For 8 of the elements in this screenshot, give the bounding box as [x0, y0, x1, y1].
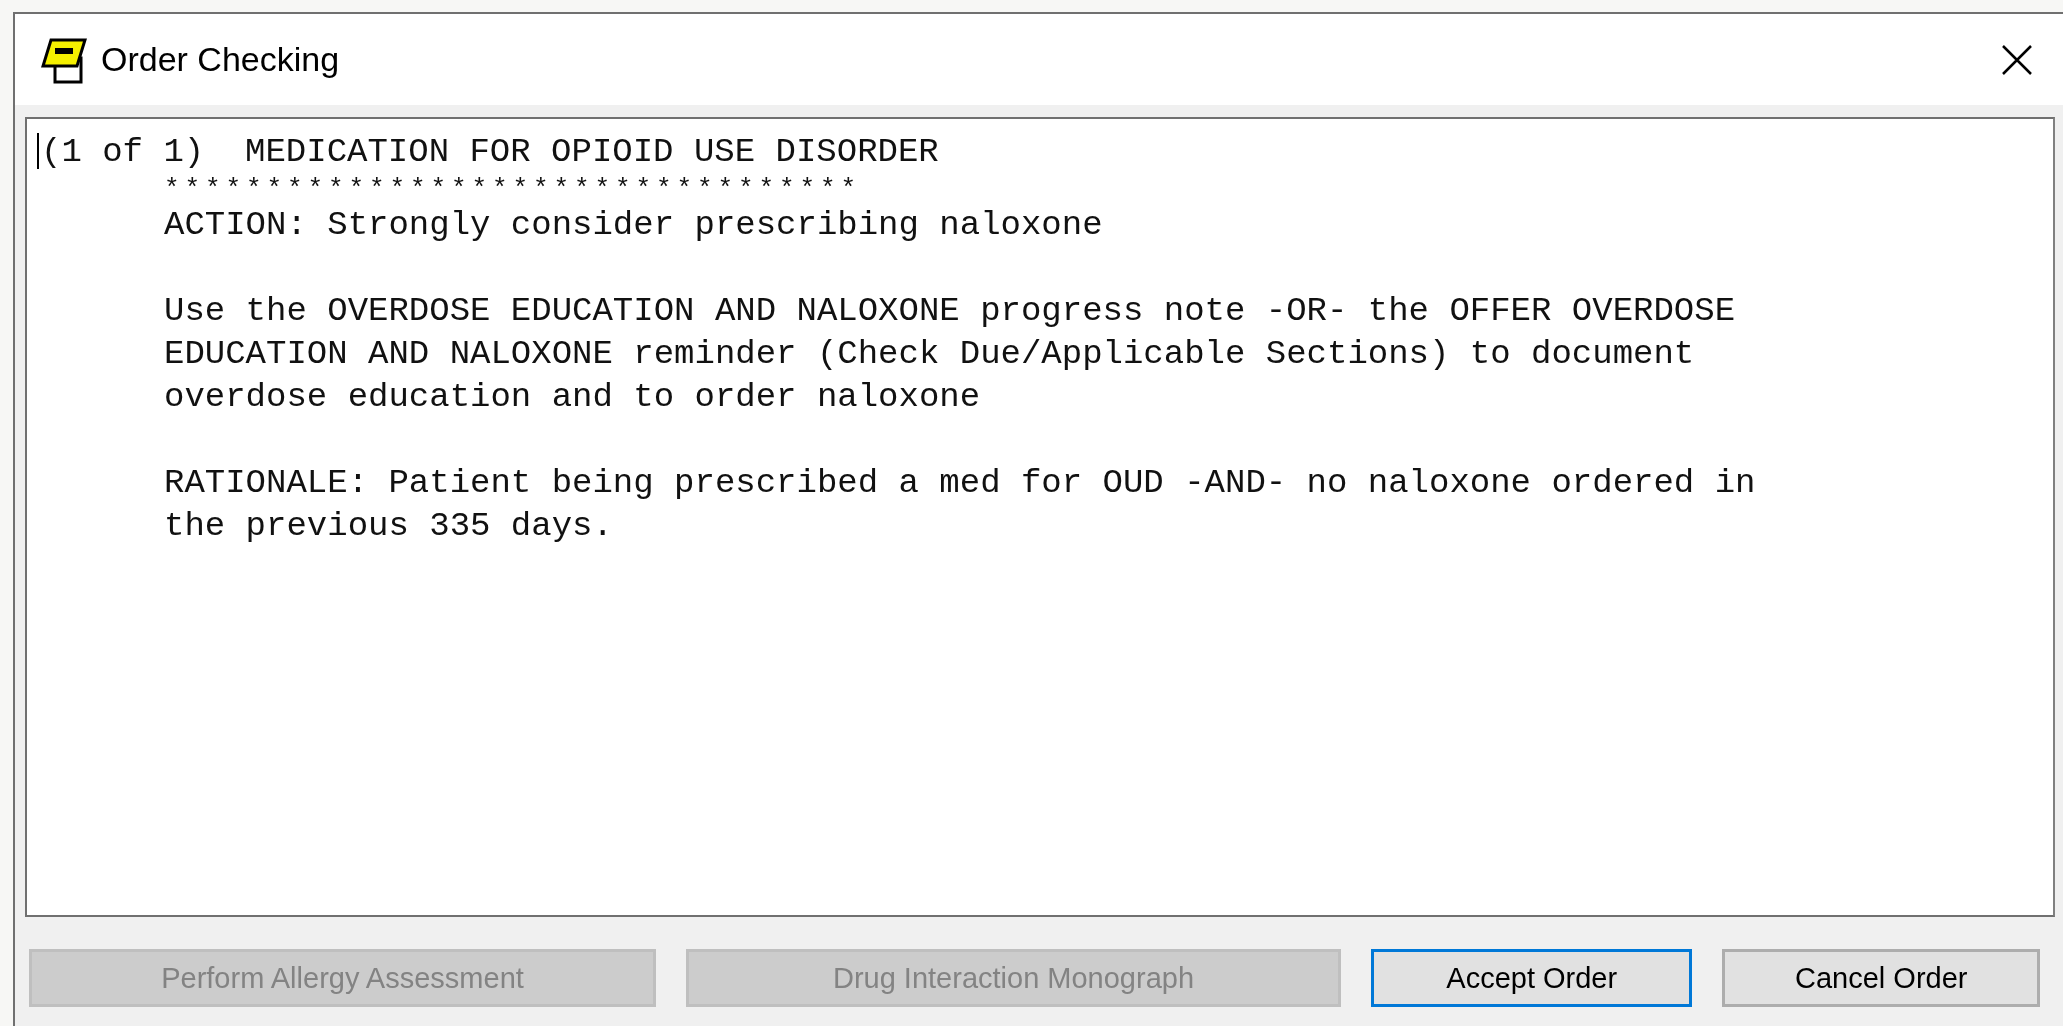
message-paragraph: RATIONALE: Patient being prescribed a med for OUD -AND- no naloxone ordered in the previous 335 days. — [164, 463, 1756, 547]
window-title: Order Checking — [101, 40, 341, 79]
separator-line: ********************************** — [164, 174, 862, 204]
accept-button[interactable]: Accept Order — [1371, 949, 1693, 1007]
message-paragraph: Use the OVERDOSE EDUCATION AND NALOXONE progress note -OR- the OFFER OVERDOSE EDUCATION AND NALOXONE reminder (Check Due/Applicable Sections) to document overdose education and to order naloxone — [164, 291, 1736, 418]
cancel-button[interactable]: Cancel Order — [1722, 949, 2040, 1007]
message-paragraph: ACTION: Strongly consider prescribing naloxone — [164, 205, 1103, 246]
message-heading: (1 of 1) MEDICATION FOR OPIOID USE DISORDER — [41, 132, 939, 173]
